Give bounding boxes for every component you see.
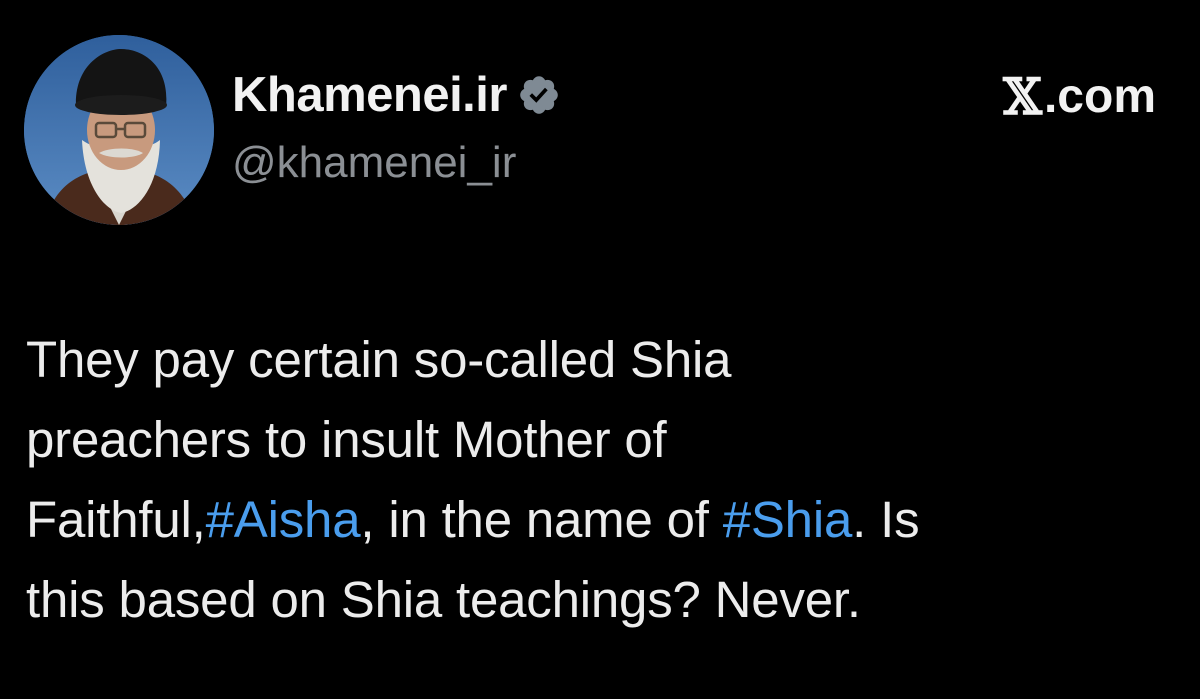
verified-badge-icon bbox=[517, 73, 561, 117]
author-handle[interactable]: @khamenei_ir bbox=[232, 137, 561, 189]
hashtag-shia-link[interactable]: #Shia bbox=[723, 491, 853, 548]
tweet-line-1: They pay certain so-called Shia bbox=[26, 331, 732, 388]
tweet-text-segment: Faithful, bbox=[26, 491, 206, 548]
source-label: 𝕏 .com bbox=[1003, 67, 1156, 127]
tweet-line-3: Faithful,#Aisha, in the name of #Shia. I… bbox=[26, 480, 1186, 560]
avatar-portrait-image bbox=[24, 35, 214, 225]
tweet-text-segment: , in the name of bbox=[360, 491, 723, 548]
display-name[interactable]: Khamenei.ir bbox=[232, 65, 507, 125]
avatar[interactable] bbox=[24, 35, 214, 225]
tweet-text: They pay certain so-called Shia preacher… bbox=[26, 320, 1186, 640]
display-name-row: Khamenei.ir bbox=[232, 65, 561, 125]
tweet-line-2: preachers to insult Mother of bbox=[26, 411, 667, 468]
tweet-header: Khamenei.ir @khamenei_ir 𝕏 .com bbox=[24, 35, 1176, 225]
tweet-text-segment: . Is bbox=[852, 491, 920, 548]
hashtag-aisha-link[interactable]: #Aisha bbox=[206, 491, 361, 548]
tweet-line-4: this based on Shia teachings? Never. bbox=[26, 571, 861, 628]
x-logo-icon: 𝕏 bbox=[1003, 67, 1042, 126]
tweet-card: Khamenei.ir @khamenei_ir 𝕏 .com They pay… bbox=[0, 0, 1200, 699]
author-names: Khamenei.ir @khamenei_ir bbox=[232, 65, 561, 189]
source-domain: .com bbox=[1043, 70, 1156, 123]
